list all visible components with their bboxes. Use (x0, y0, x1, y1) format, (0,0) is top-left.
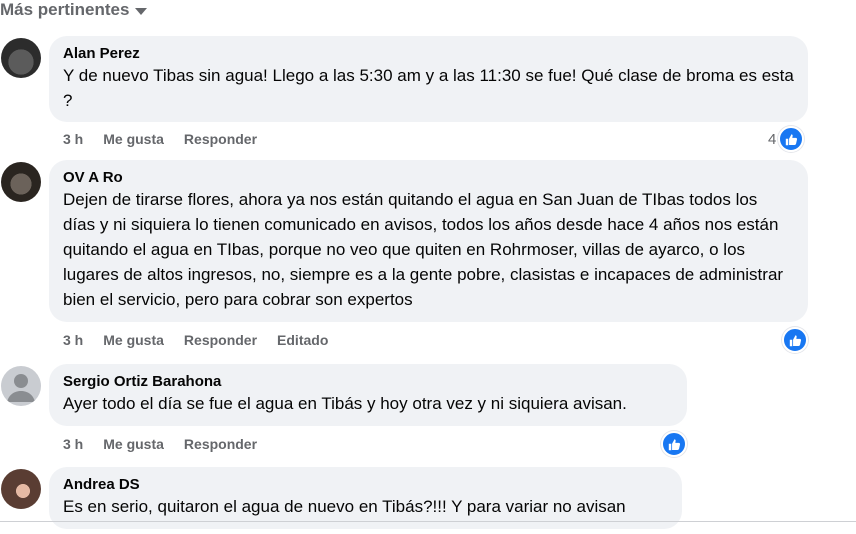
avatar[interactable] (1, 366, 41, 406)
comment-author[interactable]: Sergio Ortiz Barahona (63, 372, 673, 391)
reply-button[interactable]: Responder (184, 332, 257, 348)
comment-author[interactable]: Alan Perez (63, 44, 794, 63)
comment-actions: 3 h Me gusta Responder Editado (63, 331, 328, 349)
like-icon (778, 126, 805, 152)
comment-time[interactable]: 3 h (63, 436, 83, 452)
sort-label: Más pertinentes (0, 0, 130, 19)
comment-actions: 3 h Me gusta Responder (63, 435, 257, 453)
comment-text: Ayer todo el día se fue el agua en Tibás… (63, 394, 627, 413)
reaction-count: 4 (768, 130, 777, 148)
comment-bubble: OV A Ro Dejen de tirarse flores, ahora y… (49, 160, 808, 322)
like-button[interactable]: Me gusta (103, 436, 164, 452)
like-icon (661, 431, 687, 457)
avatar[interactable] (1, 469, 41, 509)
divider (0, 521, 856, 522)
chevron-down-icon (135, 8, 148, 15)
comment-text: Y de nuevo Tibas sin agua! Llego a las 5… (63, 66, 794, 110)
avatar[interactable] (1, 162, 41, 202)
default-avatar-icon (7, 374, 35, 402)
comment-bubble: Sergio Ortiz Barahona Ayer todo el día s… (49, 364, 687, 426)
comment-bubble: Alan Perez Y de nuevo Tibas sin agua! Ll… (49, 36, 808, 122)
reply-button[interactable]: Responder (184, 131, 257, 147)
comment-author[interactable]: OV A Ro (63, 168, 794, 187)
edited-label: Editado (277, 332, 329, 348)
reply-button[interactable]: Responder (184, 436, 257, 452)
comment-bubble: Andrea DS Es en serio, quitaron el agua … (49, 467, 682, 529)
like-button[interactable]: Me gusta (103, 332, 164, 348)
reaction-summary[interactable] (661, 431, 687, 457)
reaction-summary[interactable]: 4 (768, 126, 805, 152)
sort-dropdown[interactable]: Más pertinentes (0, 0, 148, 20)
comment-author[interactable]: Andrea DS (63, 475, 668, 494)
avatar[interactable] (1, 38, 41, 78)
reaction-summary[interactable] (782, 327, 808, 353)
comment-text: Es en serio, quitaron el agua de nuevo e… (63, 497, 626, 516)
like-icon (782, 327, 808, 353)
comment-actions: 3 h Me gusta Responder (63, 130, 257, 148)
comment-time[interactable]: 3 h (63, 332, 83, 348)
comment-time[interactable]: 3 h (63, 131, 83, 147)
like-button[interactable]: Me gusta (103, 131, 164, 147)
comment-text: Dejen de tirarse flores, ahora ya nos es… (63, 190, 784, 309)
